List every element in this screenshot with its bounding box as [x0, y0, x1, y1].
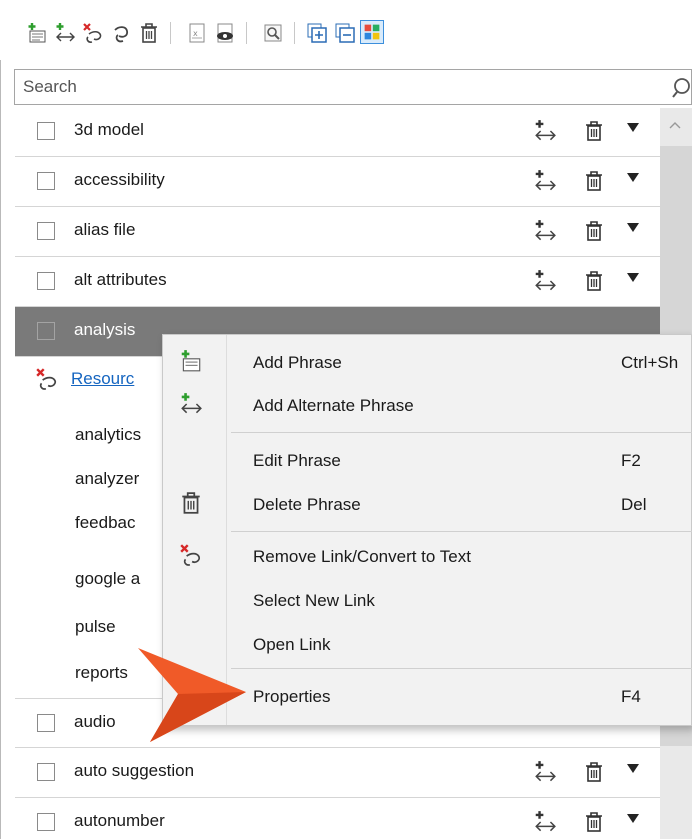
menu-separator — [231, 531, 692, 532]
menu-item-label: Select New Link — [253, 591, 375, 610]
row-label: 3d model — [74, 120, 144, 139]
remove-link-icon[interactable] — [35, 367, 59, 391]
menu-item-label: Add Alternate Phrase — [253, 396, 414, 415]
sub-item-label: analyzer — [75, 469, 140, 488]
row-checkbox[interactable] — [37, 272, 55, 290]
menu-item-remove-link[interactable]: Remove Link/Convert to Text — [163, 537, 692, 577]
link-text[interactable]: Resourc — [71, 369, 134, 389]
add-phrase-icon — [181, 350, 201, 372]
search-icon[interactable] — [671, 76, 692, 105]
row-checkbox[interactable] — [37, 222, 55, 240]
callout-arrow-icon — [138, 648, 246, 742]
row-label: alt attributes — [74, 270, 167, 289]
menu-separator — [231, 432, 692, 433]
text-document-icon[interactable]: x — [186, 22, 208, 44]
add-phrase-icon[interactable] — [26, 22, 48, 44]
menu-item-label: Open Link — [253, 635, 331, 654]
svg-text:x: x — [193, 29, 198, 38]
remove-link-icon[interactable] — [82, 22, 104, 44]
dropdown-arrow-icon[interactable] — [627, 123, 639, 132]
list-row[interactable]: alt attributes — [15, 257, 660, 307]
menu-item-label: Add Phrase — [253, 353, 342, 372]
row-label: accessibility — [74, 170, 165, 189]
delete-icon[interactable] — [138, 22, 160, 44]
menu-item-edit-phrase[interactable]: Edit Phrase F2 — [163, 441, 692, 481]
toolbar-separator — [246, 22, 247, 44]
add-alternate-phrase-icon[interactable] — [533, 169, 557, 193]
menu-shortcut: Ctrl+Sh — [621, 353, 679, 372]
add-alternate-phrase-icon[interactable] — [533, 760, 557, 784]
add-alternate-phrase-icon[interactable] — [533, 219, 557, 243]
menu-shortcut: F2 — [621, 451, 641, 470]
add-alternate-phrase-icon[interactable] — [533, 269, 557, 293]
dropdown-arrow-icon[interactable] — [627, 273, 639, 282]
sub-item-label: pulse — [75, 617, 116, 636]
delete-icon[interactable] — [583, 761, 605, 783]
link-icon[interactable] — [110, 22, 132, 44]
delete-icon[interactable] — [583, 120, 605, 142]
toolbar: x — [0, 0, 692, 60]
menu-item-label: Properties — [253, 687, 331, 706]
row-checkbox[interactable] — [37, 714, 55, 732]
row-label: analysis — [74, 320, 136, 339]
row-checkbox[interactable] — [37, 172, 55, 190]
row-label: auto suggestion — [74, 761, 195, 780]
collapse-all-icon[interactable] — [334, 22, 356, 44]
add-alternate-phrase-icon[interactable] — [54, 22, 76, 44]
menu-item-add-phrase[interactable]: Add Phrase Ctrl+Sh — [163, 343, 692, 383]
dropdown-arrow-icon[interactable] — [627, 764, 639, 773]
preview-icon[interactable] — [214, 22, 236, 44]
list-row[interactable]: 3d model — [15, 107, 660, 157]
delete-icon[interactable] — [583, 170, 605, 192]
dropdown-arrow-icon[interactable] — [627, 223, 639, 232]
row-label: audio — [74, 712, 116, 731]
delete-icon[interactable] — [583, 220, 605, 242]
search-input[interactable] — [23, 77, 643, 97]
properties-icon[interactable] — [262, 22, 284, 44]
sub-item-label: analytics — [75, 425, 142, 444]
row-checkbox[interactable] — [37, 122, 55, 140]
scroll-up-icon[interactable] — [668, 120, 682, 130]
list-row[interactable]: accessibility — [15, 157, 660, 207]
row-label: alias file — [74, 220, 136, 239]
menu-shortcut: Del — [621, 495, 647, 514]
menu-item-delete-phrase[interactable]: Delete Phrase Del — [163, 485, 692, 525]
dropdown-arrow-icon[interactable] — [627, 814, 639, 823]
delete-icon — [182, 492, 200, 514]
row-checkbox[interactable] — [37, 322, 55, 340]
row-label: autonumber — [74, 811, 165, 830]
menu-shortcut: F4 — [621, 687, 641, 706]
list-row[interactable]: alias file — [15, 207, 660, 257]
sub-item-label: feedbac — [75, 513, 136, 532]
list-row[interactable]: auto suggestion — [15, 748, 660, 798]
add-alternate-phrase-icon[interactable] — [533, 119, 557, 143]
toolbar-separator — [294, 22, 295, 44]
add-alternate-phrase-icon — [181, 393, 202, 414]
dropdown-arrow-icon[interactable] — [627, 173, 639, 182]
list-row[interactable]: autonumber — [15, 798, 660, 839]
sub-item-label: google a — [75, 569, 141, 588]
delete-icon[interactable] — [583, 811, 605, 833]
remove-link-icon — [180, 544, 201, 566]
sub-item-label: reports — [75, 663, 128, 682]
row-checkbox[interactable] — [37, 763, 55, 781]
toolbar-separator — [170, 22, 171, 44]
search-box — [14, 69, 692, 105]
menu-separator — [231, 668, 692, 669]
add-alternate-phrase-icon[interactable] — [533, 810, 557, 834]
expand-all-icon[interactable] — [306, 22, 328, 44]
menu-item-label: Edit Phrase — [253, 451, 341, 470]
color-grid-icon[interactable] — [360, 20, 384, 44]
menu-item-label: Delete Phrase — [253, 495, 361, 514]
row-checkbox[interactable] — [37, 813, 55, 831]
menu-item-add-alternate-phrase[interactable]: Add Alternate Phrase — [163, 386, 692, 426]
menu-item-select-new-link[interactable]: Select New Link — [163, 581, 692, 621]
delete-icon[interactable] — [583, 270, 605, 292]
menu-item-label: Remove Link/Convert to Text — [253, 547, 471, 566]
